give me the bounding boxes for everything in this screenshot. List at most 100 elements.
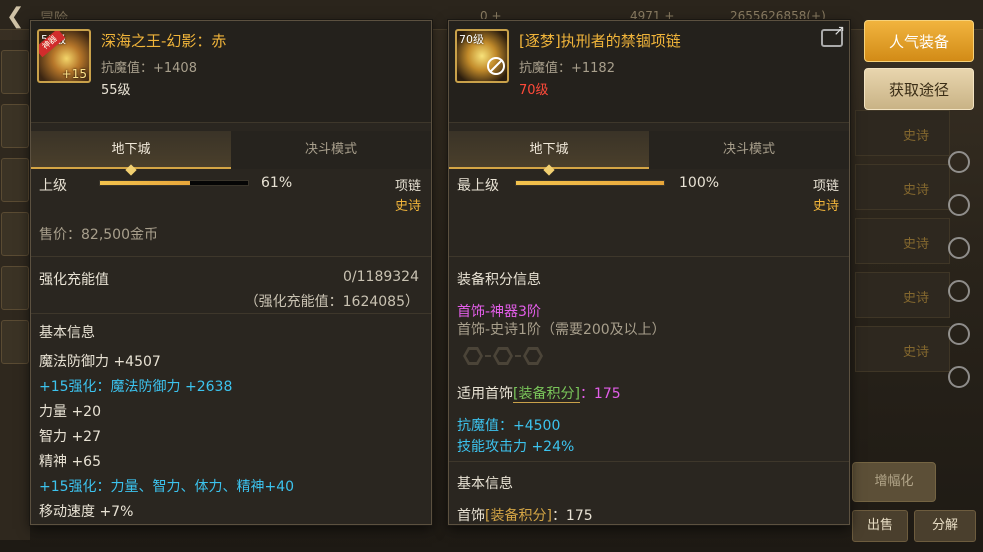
hex-slot-icon	[493, 347, 513, 365]
basic-info-title: 基本信息	[39, 325, 95, 341]
list-item[interactable]: 史诗	[855, 272, 950, 318]
grade-percent: 100%	[679, 175, 720, 191]
lock-icon[interactable]	[948, 194, 970, 216]
sell-button[interactable]: 出售	[852, 510, 908, 542]
rarity: 史诗	[812, 199, 839, 214]
divider	[449, 461, 849, 462]
basic-key: [装备积分]	[485, 508, 552, 524]
nav-item[interactable]	[1, 50, 29, 94]
lock-icon[interactable]	[948, 323, 970, 345]
applicable-key: [装备积分]	[513, 386, 580, 403]
basic-info-line: +15强化：力量、智力、体力、精神+40	[39, 479, 295, 495]
share-icon[interactable]	[821, 23, 845, 47]
divider	[31, 256, 431, 257]
compared-item-tooltip: 70级 [逐梦]执刑者的禁锢项链 抗魔值：+1182 70级 地下城 决斗模式 …	[448, 20, 850, 525]
tab-pvp[interactable]: 决斗模式	[231, 131, 431, 169]
grade-row: 最上级 100% 项链 史诗	[457, 175, 843, 225]
back-arrow-icon[interactable]: ❮	[6, 4, 24, 29]
nav-item[interactable]	[1, 320, 29, 364]
item-header: 70级 [逐梦]执刑者的禁锢项链 抗魔值：+1182 70级	[449, 21, 849, 123]
equipped-item-tooltip: 55级 神器 +15 深海之王-幻影：赤 抗魔值：+1408 55级 地下城 决…	[30, 20, 432, 525]
mode-tabs: 地下城 决斗模式	[31, 131, 431, 169]
lock-column	[948, 130, 972, 480]
divider	[31, 313, 431, 314]
enhance-button[interactable]: 增幅化	[852, 462, 936, 502]
grade-bar	[99, 180, 249, 186]
item-level: 70级	[519, 83, 549, 98]
hex-slot-icon	[463, 347, 483, 365]
item-resist: 抗魔值：+1408	[101, 61, 197, 76]
list-item-rarity: 史诗	[902, 237, 929, 252]
locked-necklace-icon: 70级	[455, 29, 509, 83]
prohibited-icon	[487, 57, 505, 75]
list-item[interactable]: 史诗	[855, 164, 950, 210]
charge-note: （强化充能值：1624085）	[244, 294, 419, 310]
grade-row: 上级 61% 项链 史诗	[39, 175, 425, 225]
resist-bonus: 抗魔值：+4500	[457, 418, 561, 434]
slot-type: 项链	[812, 179, 839, 194]
skill-bonus: 技能攻击力 +24%	[457, 439, 575, 455]
basic-value: ：175	[551, 508, 593, 524]
tab-dungeon[interactable]: 地下城	[31, 131, 231, 169]
equipment-list: 史诗 史诗 史诗 史诗 史诗	[855, 110, 950, 510]
basic-info-title: 基本信息	[457, 476, 513, 492]
item-header: 55级 神器 +15 深海之王-幻影：赤 抗魔值：+1408 55级	[31, 21, 431, 123]
lock-icon[interactable]	[948, 280, 970, 302]
popular-equipment-button[interactable]: 人气装备	[864, 20, 974, 62]
basic-info-line: 魔法防御力 +4507	[39, 354, 161, 370]
item-resist: 抗魔值：+1182	[519, 61, 615, 76]
basic-info-line: 力量 +20	[39, 404, 101, 420]
grade-bar-fill	[100, 181, 191, 185]
basic-info-line: 精神 +65	[39, 454, 101, 470]
rarity: 史诗	[394, 199, 421, 214]
hex-slot-icon	[523, 347, 543, 365]
applicable-prefix: 适用首饰	[457, 386, 513, 402]
grade-percent: 61%	[261, 175, 293, 191]
item-name: 深海之王-幻影：赤	[101, 32, 227, 50]
item-level: 55级	[101, 83, 131, 98]
icon-enhance-level: +15	[61, 67, 87, 81]
basic-info-line: 移动速度 +7%	[39, 504, 134, 520]
basic-info-line: 智力 +27	[39, 429, 101, 445]
score-title: 装备积分信息	[457, 272, 541, 288]
list-item-rarity: 史诗	[902, 345, 929, 360]
basic-score: 首饰[装备积分]：175	[457, 505, 593, 525]
list-item-rarity: 史诗	[902, 291, 929, 306]
applicable-value: ：175	[579, 386, 621, 402]
basic-info-line: +15强化：魔法防御力 +2638	[39, 379, 233, 395]
grade-label: 最上级	[457, 178, 499, 194]
mode-tabs: 地下城 决斗模式	[449, 131, 849, 169]
hex-link	[485, 355, 491, 357]
acquire-source-button[interactable]: 获取途径	[864, 68, 974, 110]
icon-level-badge: 70级	[459, 33, 484, 46]
nav-item[interactable]	[1, 104, 29, 148]
list-item[interactable]: 史诗	[855, 326, 950, 372]
tab-dungeon[interactable]: 地下城	[449, 131, 649, 169]
lock-icon[interactable]	[948, 237, 970, 259]
sell-price: 售价：82,500金币	[39, 227, 158, 243]
nav-item[interactable]	[1, 212, 29, 256]
necklace-icon: 55级 神器 +15	[37, 29, 91, 83]
disassemble-button[interactable]: 分解	[914, 510, 976, 542]
charge-value: 0/1189324	[343, 269, 419, 285]
left-nav	[0, 40, 30, 540]
item-name: [逐梦]执刑者的禁锢项链	[519, 32, 681, 50]
list-item-rarity: 史诗	[902, 183, 929, 198]
lock-icon[interactable]	[948, 366, 970, 388]
tab-pvp[interactable]: 决斗模式	[649, 131, 849, 169]
nav-item[interactable]	[1, 266, 29, 310]
charge-title: 强化充能值	[39, 272, 109, 288]
score-slots	[463, 347, 543, 365]
applicable-score: 适用首饰[装备积分]：175	[457, 383, 621, 403]
lock-icon[interactable]	[948, 151, 970, 173]
divider	[449, 256, 849, 257]
hex-link	[515, 355, 521, 357]
basic-prefix: 首饰	[457, 508, 485, 524]
list-item[interactable]: 史诗	[855, 110, 950, 156]
tier-current: 首饰-神器3阶	[457, 304, 541, 320]
nav-item[interactable]	[1, 158, 29, 202]
slot-type: 项链	[394, 179, 421, 194]
grade-bar-fill	[516, 181, 664, 185]
list-item[interactable]: 史诗	[855, 218, 950, 264]
list-item-rarity: 史诗	[902, 129, 929, 144]
